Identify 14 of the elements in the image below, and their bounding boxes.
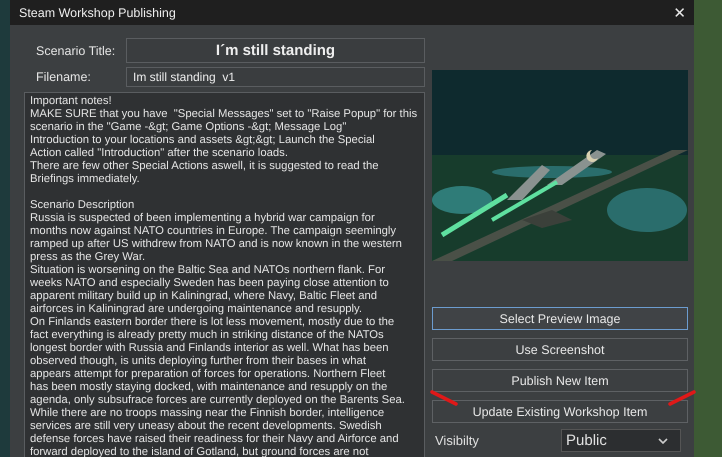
action-button[interactable]: Select Preview Image [432, 307, 688, 330]
chevron-down-icon [658, 438, 668, 444]
field-label: Filename: [35, 70, 92, 84]
action-button[interactable]: Use Screenshot [432, 338, 688, 361]
close-button[interactable]: ✕ [665, 0, 694, 25]
description-field[interactable]: Important notes! MAKE SURE that you have "Special Messages" set to "Raise Popup" for this scenario in the "Game -&gt; Game Options -&gt; Message Log" Introduction to your locations and assets &gt;&gt; Launch the Special Action called "Introduction" after the scenario loads. There are few other Special Actions aswell, it is suggested to read the Briefings immediately. Scenario Description Russia is suspected of been implementing a hybrid war campaign for months now against NATO countries in Europe. The campaign seemingly ramped up after US withdrew from NATO and is now known in the western press as the Grey War. Situation is worsening on the Baltic Sea and NATOs northern flank. For weeks NATO and especially Sweden has been paying close attention to apparent military build up in Kaliningrad, where Navy, Baltic Fleet and airforces in Kaliningrad are undergoing maintenance and resupply. On Finlands eastern border there is lot less movement, mostly due to the fact everything is already pretty much in striking distance of the NATOs longest border with Russia and Finlands interior as well. What has been observed though, is units deploying further from their bases in what appears attempt for preparation of forces for operations. Northern Fleet has been mostly staying docked, with maintenance and resupply on the agenda, only subsufrace forces are currently deployed on the Barents Sea. While there are no troops massing near the Finnish border, intelligence services are still very uneasy about the recent developments. Swedish defense forces have raised their readiness for their Navy and Airforce and forward deployed to the island of Gotland, but ground forces are not [24, 92, 425, 457]
title-field[interactable]: I´m still standing [126, 38, 425, 63]
filename-field[interactable]: Im still standing v1 [126, 67, 425, 87]
window-title: Steam Workshop Publishing [19, 6, 176, 20]
field-label: Scenario Title: [35, 44, 116, 58]
action-button[interactable]: Update Existing Workshop Item [432, 400, 688, 423]
action-button[interactable]: Publish New Item [432, 369, 688, 392]
visibility-label: Visibilty [435, 433, 479, 448]
visibility-dropdown[interactable]: Public [561, 429, 681, 452]
